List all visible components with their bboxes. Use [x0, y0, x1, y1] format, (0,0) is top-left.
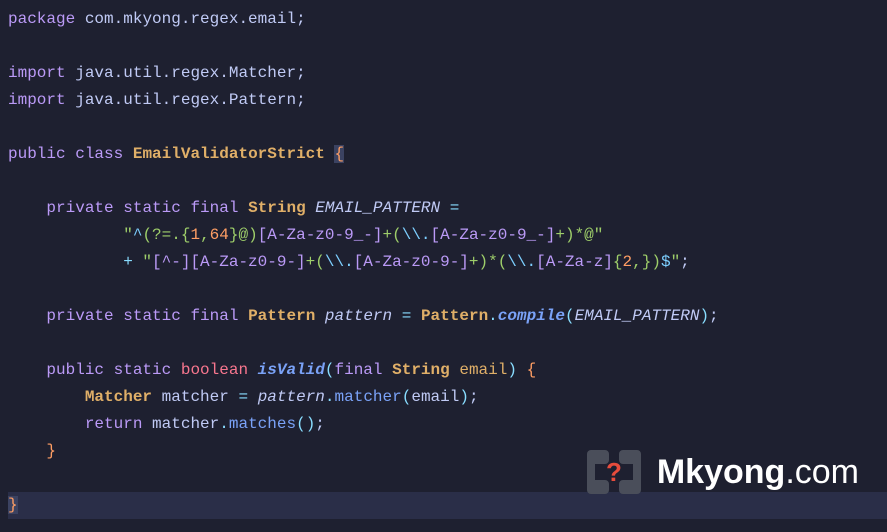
param-email: email	[459, 361, 507, 379]
code-line: + "[^-][A-Za-z0-9-]+(\\.[A-Za-z0-9-]+)*(…	[8, 249, 887, 276]
method-compile: compile	[498, 307, 565, 325]
code-line-blank	[8, 33, 887, 60]
keyword-public: public	[8, 145, 66, 163]
code-line: "^(?=.{1,64}@)[A-Za-z0-9_-]+(\\.[A-Za-z0…	[8, 222, 887, 249]
import-path: java.util.regex.Matcher	[75, 64, 296, 82]
keyword-boolean: boolean	[181, 361, 248, 379]
code-line: private static final String EMAIL_PATTER…	[8, 195, 887, 222]
code-line: import java.util.regex.Pattern;	[8, 87, 887, 114]
var-pattern: pattern	[325, 307, 392, 325]
class-name: EmailValidatorStrict	[133, 145, 325, 163]
code-line: package com.mkyong.regex.email;	[8, 6, 887, 33]
type-string: String	[248, 199, 306, 217]
code-line: return matcher.matches();	[8, 411, 887, 438]
keyword-package: package	[8, 10, 75, 28]
code-line: Matcher matcher = pattern.matcher(email)…	[8, 384, 887, 411]
code-line: private static final Pattern pattern = P…	[8, 303, 887, 330]
keyword-import: import	[8, 64, 66, 82]
method-matcher: matcher	[335, 388, 402, 406]
method-matches: matches	[229, 415, 296, 433]
code-line: public class EmailValidatorStrict {	[8, 141, 887, 168]
svg-text:?: ?	[606, 457, 622, 487]
code-line-blank	[8, 276, 887, 303]
import-path: java.util.regex.Pattern	[75, 91, 296, 109]
package-name: com.mkyong.regex.email	[85, 10, 296, 28]
brace-open: {	[334, 145, 344, 163]
watermark-text: Mkyong.com	[657, 453, 859, 492]
brace-close: }	[8, 496, 18, 514]
code-line: public static boolean isValid(final Stri…	[8, 357, 887, 384]
const-email-pattern: EMAIL_PATTERN	[315, 199, 440, 217]
type-pattern: Pattern	[248, 307, 315, 325]
var-matcher: matcher	[162, 388, 229, 406]
mkyong-logo-icon: ?	[585, 446, 643, 498]
keyword-class: class	[75, 145, 123, 163]
type-matcher: Matcher	[85, 388, 152, 406]
code-line: import java.util.regex.Matcher;	[8, 60, 887, 87]
code-line-blank	[8, 168, 887, 195]
watermark-logo: ? Mkyong.com	[585, 446, 859, 498]
code-line-blank	[8, 330, 887, 357]
code-line-blank	[8, 114, 887, 141]
keyword-import: import	[8, 91, 66, 109]
keyword-return: return	[85, 415, 143, 433]
method-isvalid: isValid	[258, 361, 325, 379]
